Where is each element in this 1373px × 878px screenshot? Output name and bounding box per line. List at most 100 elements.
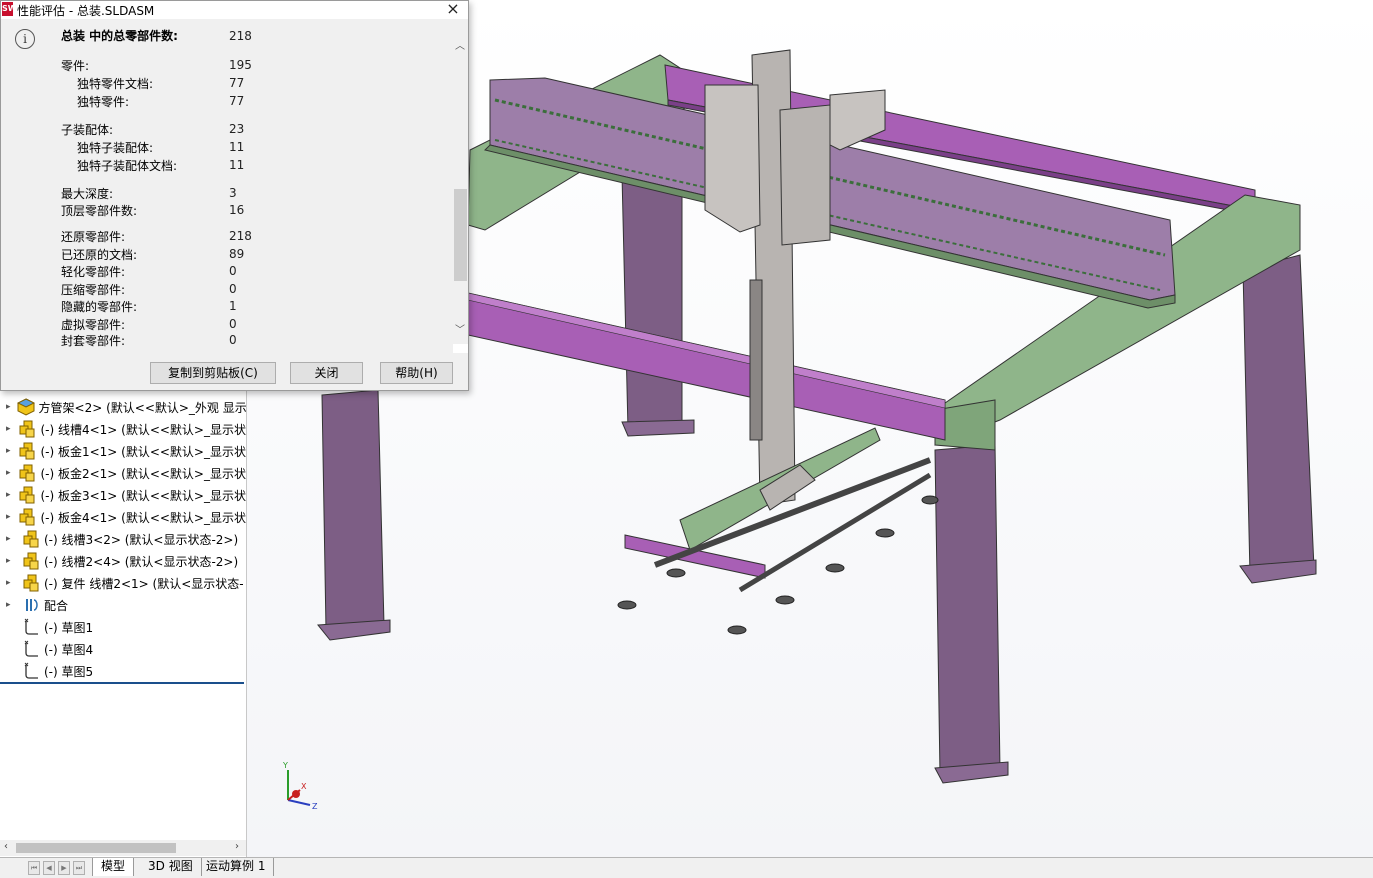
dialog-vertical-scrollbar[interactable]: ︿ ﹀ <box>453 19 468 344</box>
help-button[interactable]: 帮助(H) <box>380 362 453 384</box>
stat-value: 23 <box>229 122 245 136</box>
expand-arrow-icon[interactable]: ▸ <box>6 490 12 500</box>
tree-item-label: (-) 板金2<1> (默认<<默认>_显示状 <box>40 466 246 481</box>
stat-value: 218 <box>229 229 252 243</box>
tree-item[interactable]: ▸ 方管架<2> (默认<<默认>_外观 显示 <box>0 396 246 418</box>
sketch-icon <box>22 618 40 636</box>
scroll-left-icon[interactable]: ‹ <box>4 841 8 852</box>
stat-label: 独特零件文档: <box>77 77 154 91</box>
tree-item-label: (-) 草图4 <box>44 642 94 657</box>
dialog-titlebar[interactable]: SW 性能评估 - 总装.SLDASM × <box>1 0 468 19</box>
tree-item[interactable]: (-) 草图1 <box>0 616 246 638</box>
expand-arrow-icon[interactable]: ▸ <box>6 578 16 588</box>
stat-label: 顶层零部件数: <box>61 204 138 218</box>
tab-1[interactable]: 3D 视图 <box>140 858 202 876</box>
assembly-icon <box>22 530 40 548</box>
header-value: 218 <box>229 29 252 43</box>
stat-value: 0 <box>229 282 237 296</box>
scroll-down-icon[interactable]: ﹀ <box>455 321 465 336</box>
expand-arrow-icon[interactable]: ▸ <box>6 512 12 522</box>
last-tab-icon[interactable]: ⏭ <box>73 861 85 875</box>
stat-label: 压缩零部件: <box>61 283 126 297</box>
tab-2[interactable]: 运动算例 1 <box>198 858 275 876</box>
stat-label: 独特子装配体: <box>77 141 154 155</box>
stat-value: 11 <box>229 158 245 172</box>
expand-arrow-icon[interactable]: ▸ <box>6 402 11 412</box>
triad-z-label: Z <box>312 802 318 811</box>
stat-label: 子装配体: <box>61 123 114 137</box>
tree-item-label: (-) 草图1 <box>44 620 94 635</box>
triad-y-label: Y <box>282 761 288 770</box>
prev-tab-icon[interactable]: ◀ <box>43 861 55 875</box>
stat-value: 1 <box>229 299 237 313</box>
assembly-icon <box>18 464 36 482</box>
stat-value: 11 <box>229 140 245 154</box>
expand-arrow-icon[interactable]: ▸ <box>6 446 12 456</box>
stat-value: 0 <box>229 333 237 347</box>
expand-arrow-icon[interactable]: ▸ <box>6 534 16 544</box>
tree-item[interactable]: ▸ (-) 线槽2<4> (默认<显示状态-2>) <box>0 550 246 572</box>
stat-label: 轻化零部件: <box>61 265 126 279</box>
tree-item-label: (-) 板金1<1> (默认<<默认>_显示状 <box>40 444 246 459</box>
expand-arrow-icon[interactable]: ▸ <box>6 468 12 478</box>
assembly-icon <box>18 508 36 526</box>
scroll-right-icon[interactable]: › <box>235 841 239 852</box>
dialog-title: 性能评估 - 总装.SLDASM <box>17 4 155 18</box>
mates-icon <box>22 596 40 614</box>
stat-label: 最大深度: <box>61 187 114 201</box>
assembly-icon <box>18 442 36 460</box>
tab-0[interactable]: 模型 <box>92 858 135 876</box>
tree-item[interactable]: ▸ (-) 板金2<1> (默认<<默认>_显示状 <box>0 462 246 484</box>
column-front-right <box>934 444 1001 776</box>
stat-value: 16 <box>229 203 245 217</box>
tree-item[interactable]: ▸ (-) 板金3<1> (默认<<默认>_显示状 <box>0 484 246 506</box>
copy-to-clipboard-button[interactable]: 复制到剪贴板(C) <box>150 362 276 384</box>
orientation-triad-icon: Y X Z <box>282 761 318 811</box>
assembly-icon <box>22 574 40 592</box>
info-icon: i <box>15 29 35 49</box>
stat-label: 还原零部件: <box>61 230 126 244</box>
column-back-left <box>621 174 683 431</box>
tree-item-label: (-) 复件 线槽2<1> (默认<显示状态- <box>44 576 244 591</box>
stat-label: 封套零部件: <box>61 334 126 348</box>
tree-item-label: (-) 草图5 <box>44 664 94 679</box>
stat-value: 77 <box>229 76 245 90</box>
tree-item[interactable]: ▸ (-) 线槽3<2> (默认<显示状态-2>) <box>0 528 246 550</box>
tree-item[interactable]: (-) 草图5 <box>0 660 246 682</box>
close-icon[interactable]: × <box>441 0 465 19</box>
stat-value: 195 <box>229 58 252 72</box>
first-tab-icon[interactable]: ⏮ <box>28 861 40 875</box>
bottom-tab-bar: ⏮ ◀ ▶ ⏭ 模型 3D 视图 运动算例 1 <box>0 857 1373 878</box>
header-label: 总装 中的总零部件数: <box>61 29 178 43</box>
expand-arrow-icon[interactable]: ▸ <box>6 600 16 610</box>
expand-arrow-icon[interactable]: ▸ <box>6 556 16 566</box>
tree-item-label: 方管架<2> (默认<<默认>_外观 显示 <box>38 400 246 415</box>
part-icon <box>16 398 35 416</box>
stat-value: 89 <box>229 247 245 261</box>
tree-horizontal-scrollbar[interactable]: ‹ › <box>0 840 246 856</box>
stat-label: 已还原的文档: <box>61 248 138 262</box>
scroll-up-icon[interactable]: ︿ <box>455 37 465 52</box>
stat-value: 0 <box>229 317 237 331</box>
tree-item[interactable]: (-) 草图4 <box>0 638 246 660</box>
stat-label: 独特子装配体文档: <box>77 159 178 173</box>
triad-x-label: X <box>301 782 307 791</box>
assembly-icon <box>18 486 36 504</box>
close-button[interactable]: 关闭 <box>290 362 363 384</box>
tree-item[interactable]: ▸ (-) 线槽4<1> (默认<<默认>_显示状 <box>0 418 246 440</box>
tree-item-label: (-) 板金4<1> (默认<<默认>_显示状 <box>40 510 246 525</box>
scroll-thumb[interactable] <box>16 843 176 853</box>
tree-item-label: (-) 线槽2<4> (默认<显示状态-2>) <box>44 554 239 569</box>
dialog-content: i 总装 中的总零部件数: 218 零件: 195 独特零件文档: 77 独特零件: 77… <box>1 19 453 353</box>
tree-item[interactable]: ▸ 配合 <box>0 594 246 616</box>
scroll-thumb[interactable] <box>454 189 467 281</box>
tree-item[interactable]: ▸ (-) 板金1<1> (默认<<默认>_显示状 <box>0 440 246 462</box>
tree-item-label: (-) 线槽3<2> (默认<显示状态-2>) <box>44 532 239 547</box>
rollback-bar[interactable] <box>0 682 244 684</box>
tree-item[interactable]: ▸ (-) 复件 线槽2<1> (默认<显示状态- <box>0 572 246 594</box>
tree-item[interactable]: ▸ (-) 板金4<1> (默认<<默认>_显示状 <box>0 506 246 528</box>
next-tab-icon[interactable]: ▶ <box>58 861 70 875</box>
assembly-icon <box>18 420 36 438</box>
expand-arrow-icon[interactable]: ▸ <box>6 424 12 434</box>
sketch-icon <box>22 640 40 658</box>
